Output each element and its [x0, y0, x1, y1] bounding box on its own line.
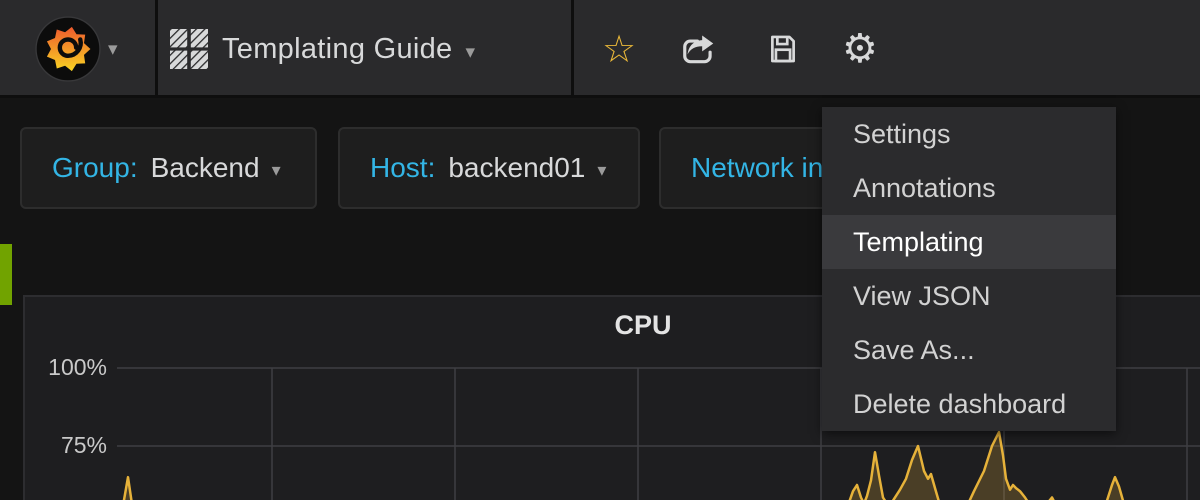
- grafana-dashboard: CPU 100% 75% Group: Backend ▾ Host: back…: [0, 0, 1200, 500]
- menu-item-save-as[interactable]: Save As...: [822, 323, 1116, 377]
- chevron-down-icon: ▾: [597, 160, 606, 181]
- variable-dropdown-host[interactable]: Host: backend01 ▾: [338, 127, 640, 209]
- dashboard-grid-icon: [170, 29, 208, 69]
- menu-item-annotations[interactable]: Annotations: [822, 161, 1116, 215]
- variable-label: Network in: [691, 152, 823, 184]
- variable-label: Host:: [370, 152, 435, 184]
- dashboard-picker[interactable]: Templating Guide ▾: [170, 0, 475, 98]
- navbar-divider: [571, 0, 574, 98]
- chevron-down-icon: ▾: [272, 160, 281, 181]
- variable-label: Group:: [52, 152, 138, 184]
- dashboard-title: Templating Guide: [222, 33, 452, 66]
- row-color-bar: [0, 244, 12, 305]
- y-axis-tick-75: 75%: [30, 432, 107, 459]
- variable-value: backend01: [448, 152, 585, 184]
- share-icon[interactable]: [680, 0, 718, 98]
- navbar: ▾ Templating Guide ▾: [0, 0, 1200, 98]
- menu-item-delete-dashboard[interactable]: Delete dashboard: [822, 377, 1116, 431]
- y-axis-tick-100: 100%: [30, 354, 107, 381]
- gear-icon[interactable]: ⚙: [842, 0, 878, 98]
- star-icon[interactable]: ☆: [602, 0, 636, 98]
- settings-menu: Settings Annotations Templating View JSO…: [822, 107, 1116, 431]
- variable-dropdown-group[interactable]: Group: Backend ▾: [20, 127, 317, 209]
- grafana-logo[interactable]: [34, 15, 102, 83]
- variable-value: Backend: [151, 152, 260, 184]
- menu-item-settings[interactable]: Settings: [822, 107, 1116, 161]
- menu-item-templating[interactable]: Templating: [822, 215, 1116, 269]
- menu-item-view-json[interactable]: View JSON: [822, 269, 1116, 323]
- navbar-divider: [155, 0, 158, 98]
- save-icon[interactable]: [766, 0, 800, 98]
- chevron-down-icon[interactable]: ▾: [108, 0, 118, 98]
- chevron-down-icon: ▾: [465, 41, 475, 64]
